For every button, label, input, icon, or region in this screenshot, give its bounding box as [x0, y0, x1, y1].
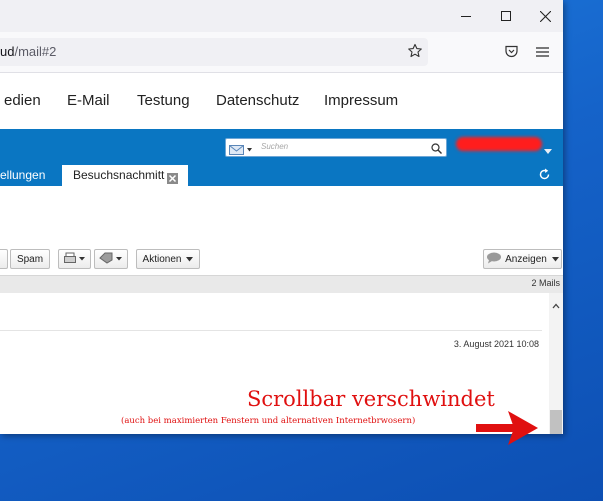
- search-icon[interactable]: [431, 141, 442, 159]
- search-box[interactable]: Suchen: [225, 138, 447, 157]
- tab-besuchsnachmitt-label: Besuchsnachmitt: [73, 168, 165, 182]
- pocket-icon[interactable]: [504, 44, 519, 64]
- print-icon: [63, 252, 86, 267]
- nav-item-testung[interactable]: Testung: [137, 92, 190, 109]
- search-placeholder: Suchen: [261, 142, 289, 151]
- mail-search-icon[interactable]: [229, 142, 253, 160]
- tab-einstellungen-label: ellungen: [0, 168, 46, 182]
- url-rest: /mail#2: [14, 44, 57, 59]
- minimize-icon[interactable]: [446, 0, 486, 32]
- close-icon[interactable]: [525, 0, 563, 32]
- scrollbar-thumb[interactable]: [550, 410, 562, 434]
- nav-item-impressum[interactable]: Impressum: [324, 92, 398, 109]
- speech-bubble-icon: [486, 252, 502, 267]
- partial-toolbar-button[interactable]: [0, 249, 8, 269]
- tab-close-icon[interactable]: [167, 170, 178, 191]
- chevron-down-icon: [551, 254, 559, 265]
- scroll-up-icon[interactable]: [552, 296, 560, 314]
- menu-icon[interactable]: [536, 45, 549, 63]
- mail-list: 3. August 2021 10:08: [0, 293, 549, 434]
- tab-besuchsnachmitt[interactable]: Besuchsnachmitt: [62, 165, 188, 186]
- tag-button[interactable]: [94, 249, 128, 269]
- url-main: ud: [0, 44, 15, 59]
- account-dropdown-icon[interactable]: [544, 142, 552, 160]
- actions-button[interactable]: Aktionen: [136, 249, 200, 269]
- row-divider: [0, 330, 542, 331]
- print-button[interactable]: [58, 249, 91, 269]
- nav-item-email[interactable]: E-Mail: [67, 92, 110, 109]
- redacted-account-name: [456, 137, 542, 151]
- mail-count: 2 Mails: [531, 278, 560, 288]
- spam-button-label: Spam: [16, 253, 44, 265]
- title-bar: [0, 0, 563, 32]
- chevron-down-icon: [186, 254, 194, 265]
- bookmark-star-icon[interactable]: [407, 43, 423, 64]
- annotation-arrow-icon: [476, 411, 538, 445]
- browser-window: ud/mail#2 edien E-Mail Testung Datenschu…: [0, 0, 563, 434]
- tab-einstellungen[interactable]: ellungen: [0, 165, 53, 186]
- nav-item-medien[interactable]: edien: [4, 92, 41, 109]
- mail-list-header: 2 Mails: [0, 275, 563, 294]
- nav-item-datenschutz[interactable]: Datenschutz: [216, 92, 299, 109]
- mail-row-date[interactable]: 3. August 2021 10:08: [454, 339, 539, 349]
- vertical-scrollbar[interactable]: [549, 293, 563, 434]
- view-button-label: Anzeigen: [505, 253, 547, 265]
- maximize-icon[interactable]: [486, 0, 526, 32]
- annotation-subtitle: (auch bei maximierten Fenstern und alter…: [121, 416, 416, 426]
- mail-header-bar: Suchen ellungen Besuchsnachmitt: [0, 129, 563, 186]
- refresh-icon[interactable]: [538, 168, 551, 186]
- site-navigation: edien E-Mail Testung Datenschutz Impress…: [0, 73, 563, 129]
- actions-button-label: Aktionen: [142, 253, 182, 265]
- browser-navbar: ud/mail#2: [0, 32, 563, 73]
- url-text: ud/mail#2: [0, 44, 56, 59]
- annotation-title: Scrollbar verschwindet: [247, 387, 495, 411]
- spam-button[interactable]: Spam: [10, 249, 50, 269]
- view-button[interactable]: Anzeigen: [483, 249, 562, 269]
- url-bar[interactable]: ud/mail#2: [0, 38, 428, 66]
- mail-toolbar: Spam Aktionen Anzeigen: [0, 246, 563, 272]
- tag-icon: [99, 252, 123, 267]
